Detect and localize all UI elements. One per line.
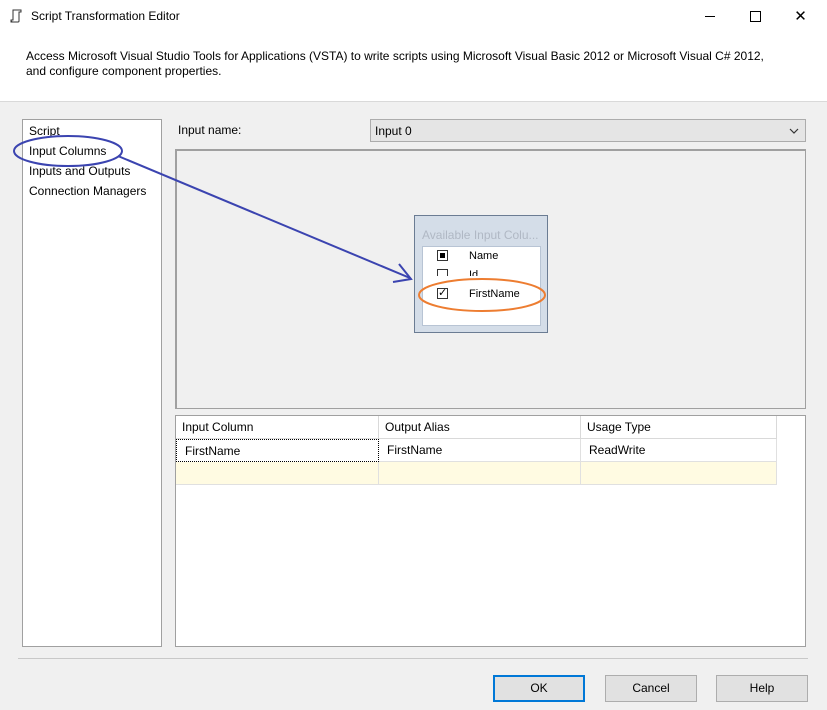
script-icon	[10, 9, 22, 23]
minimize-icon	[705, 16, 715, 17]
column-label: Id	[469, 269, 479, 276]
maximize-icon	[750, 11, 761, 22]
id-checkbox[interactable]	[437, 269, 448, 276]
column-row-id: Id	[423, 266, 526, 276]
nav-item-input-columns[interactable]: Input Columns	[29, 144, 106, 158]
available-input-columns-box[interactable]: Available Input Colu... Name Id FirstNam…	[414, 215, 548, 333]
minimize-button[interactable]	[688, 0, 733, 33]
column-row-name: Name	[423, 247, 526, 266]
divider	[18, 658, 808, 659]
description-text: Access Microsoft Visual Studio Tools for…	[26, 49, 764, 78]
nav-item-connection-managers[interactable]: Connection Managers	[29, 184, 146, 198]
available-columns-list: Name Id FirstName	[422, 246, 541, 326]
nav-item-script[interactable]: Script	[29, 124, 60, 138]
available-input-columns-title: Available Input Colu...	[422, 228, 539, 242]
new-row	[176, 462, 777, 485]
column-mapping-grid: Input Column Output Alias Usage Type Fir…	[175, 415, 806, 647]
nav-item-inputs-and-outputs[interactable]: Inputs and Outputs	[29, 164, 130, 178]
cell-output-alias[interactable]: FirstName	[379, 439, 581, 462]
maximize-button[interactable]	[733, 0, 778, 33]
firstname-checkbox[interactable]	[437, 286, 448, 300]
help-button[interactable]: Help	[716, 675, 808, 702]
close-button[interactable]: ✕	[778, 0, 823, 33]
header-input-column[interactable]: Input Column	[176, 416, 379, 438]
input-name-value: Input 0	[375, 124, 412, 138]
input-name-dropdown[interactable]: Input 0	[370, 119, 806, 142]
table-row: FirstName FirstName ReadWrite	[176, 439, 777, 462]
title-bar: Script Transformation Editor ✕	[0, 0, 827, 33]
cell-usage-type[interactable]: ReadWrite	[581, 439, 777, 462]
grid-header: Input Column Output Alias Usage Type	[176, 416, 777, 439]
select-all-checkbox[interactable]	[437, 250, 448, 261]
header-usage-type[interactable]: Usage Type	[581, 416, 777, 438]
nav-panel: Script Input Columns Inputs and Outputs …	[22, 119, 162, 647]
column-row-firstname: FirstName	[423, 285, 526, 304]
new-cell-input-column[interactable]	[176, 462, 379, 485]
description-panel: Access Microsoft Visual Studio Tools for…	[0, 33, 827, 102]
header-output-alias[interactable]: Output Alias	[379, 416, 581, 438]
cancel-button[interactable]: Cancel	[605, 675, 697, 702]
close-icon: ✕	[794, 8, 807, 25]
input-name-label: Input name:	[178, 123, 242, 137]
new-cell-output-alias[interactable]	[379, 462, 581, 485]
column-label: FirstName	[469, 288, 520, 300]
cell-input-column[interactable]: FirstName	[176, 439, 379, 462]
new-cell-usage-type[interactable]	[581, 462, 777, 485]
column-label: Name	[469, 250, 499, 262]
window-title: Script Transformation Editor	[31, 9, 180, 23]
ok-button[interactable]: OK	[493, 675, 585, 702]
chevron-down-icon	[789, 128, 799, 134]
